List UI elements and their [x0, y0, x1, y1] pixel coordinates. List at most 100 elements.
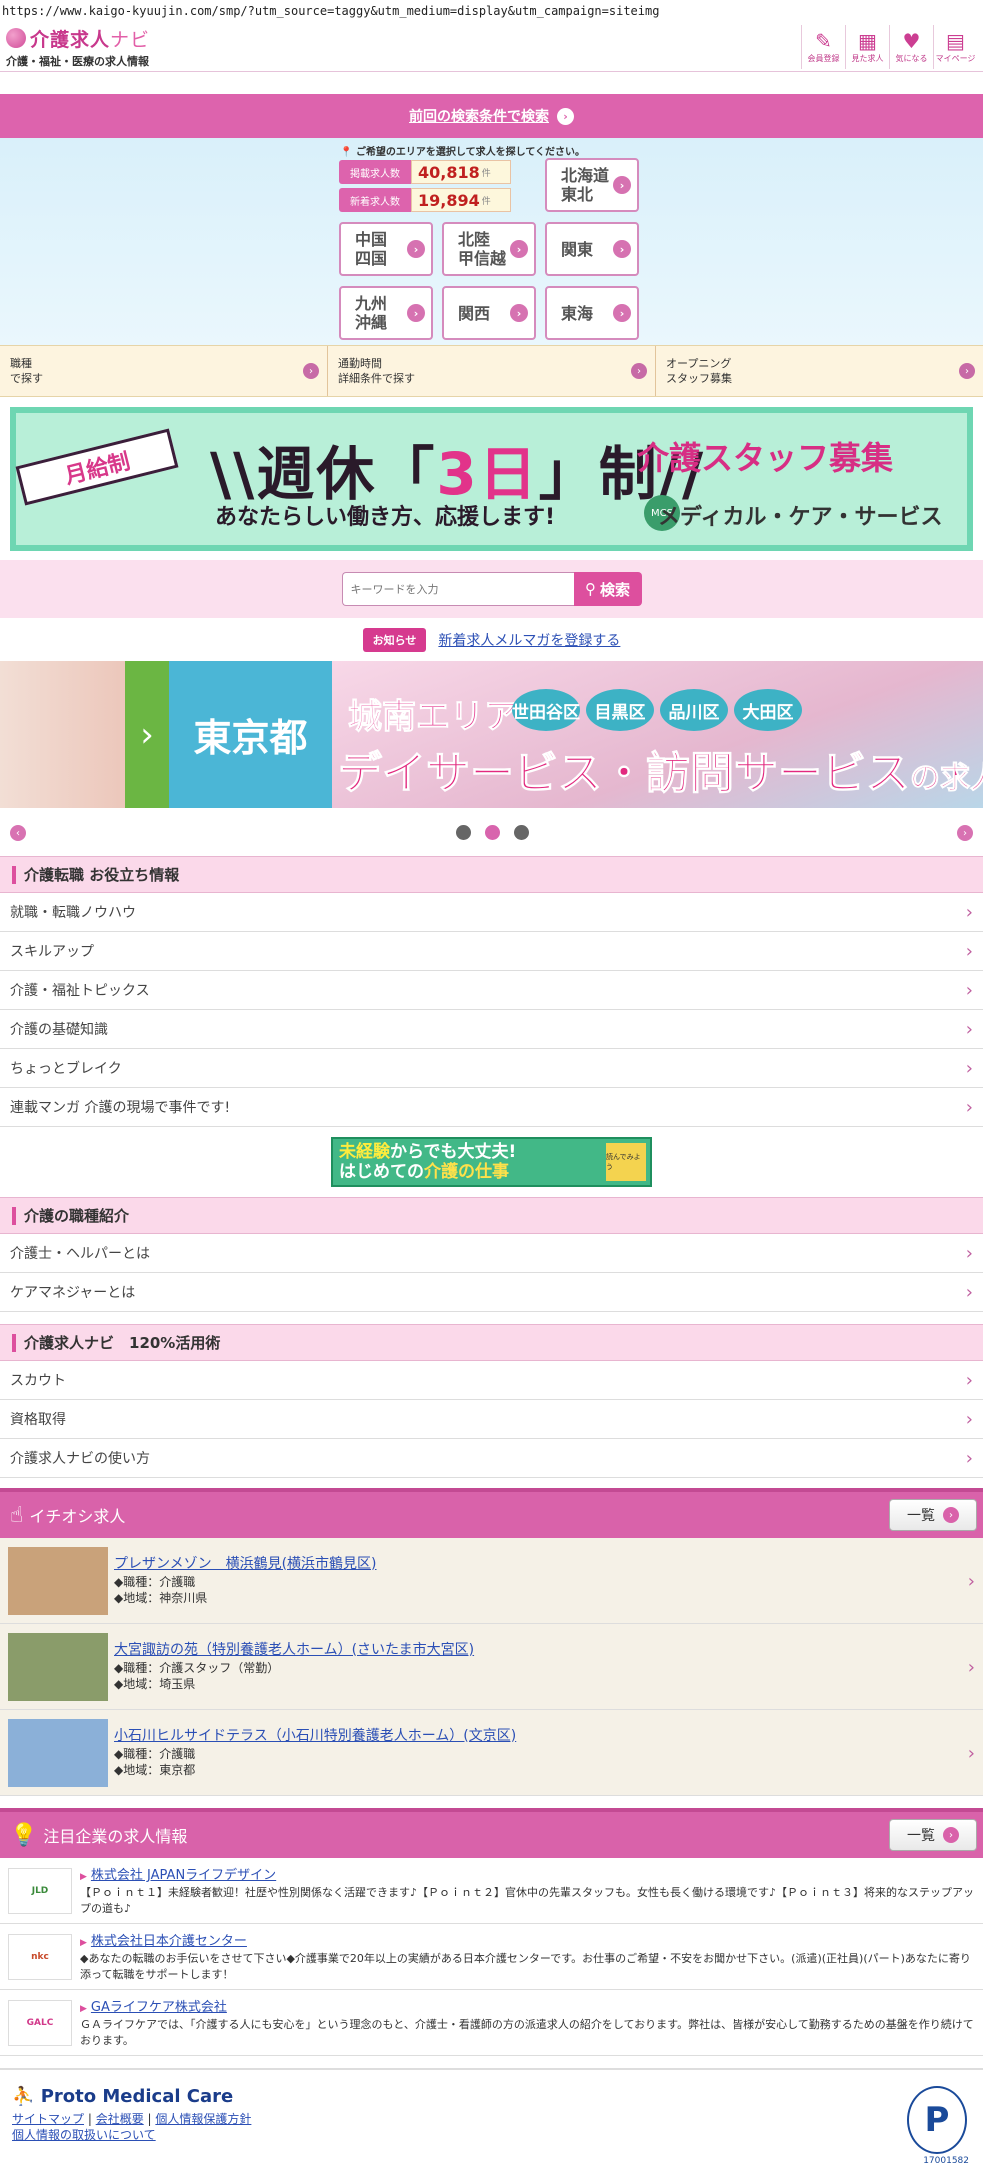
register-button[interactable]: ✎ 会員登録 [801, 24, 845, 69]
beginner-guide-banner[interactable]: 未経験からでも大丈夫! はじめての介護の仕事 読んでみよう [331, 1137, 652, 1187]
section-tips-header: 介護転職 お役立ち情報 [0, 856, 983, 893]
chevron-right-icon: › [613, 304, 631, 322]
company-item[interactable]: GALC GAライフケア株式会社ＧＡライフケアでは、「介護する人にも安心を」とい… [0, 1990, 983, 2056]
job-item[interactable]: 小石川ヒルサイドテラス（小石川特別養護老人ホーム）(文京区) ◆職種：介護職 ◆地域… [0, 1710, 983, 1796]
company-item[interactable]: nkc 株式会社日本介護センター◆あなたの転職のお手伝いをさせて下さい◆介護事業… [0, 1924, 983, 1990]
featured-more-button[interactable]: 一覧 › [889, 1499, 977, 1531]
favorites-button[interactable]: ♥ 気になる [889, 24, 933, 69]
slider-dot-active[interactable] [485, 825, 500, 840]
banner-recruit: 介護スタッフ募集 [637, 439, 894, 477]
footer-logo[interactable]: ⛹ Proto Medical Care [12, 2086, 971, 2107]
area-button-kanto[interactable]: 関東 › [545, 222, 639, 276]
chevron-right-icon: › [965, 1018, 973, 1040]
area-button-hokkaido-tohoku[interactable]: 北海道 東北 › [545, 158, 639, 212]
slider-dot[interactable] [456, 825, 471, 840]
job-item[interactable]: 大宮諏訪の苑（特別養護老人ホーム）(さいたま市大宮区) ◆職種：介護スタッフ（常勤… [0, 1624, 983, 1710]
list-item[interactable]: 就職・転職ノウハウ › [0, 893, 983, 932]
mcs-ad-banner[interactable]: 月給制 \\週休「3日」制// あなたらしい働き方、応援します! 介護スタッフ募… [10, 407, 973, 551]
heart-icon: ♥ [902, 29, 921, 53]
chevron-right-icon: › [557, 107, 574, 125]
companies-header: 💡 注目企業の求人情報 一覧 › [0, 1808, 983, 1858]
chevron-right-icon: › [943, 1827, 959, 1843]
list-item[interactable]: 介護求人ナビの使い方 › [0, 1439, 983, 1478]
chevron-right-icon: › [965, 1242, 973, 1264]
list-item[interactable]: 資格取得 › [0, 1400, 983, 1439]
chevron-right-icon: › [943, 1507, 959, 1523]
privacy-policy-link[interactable]: 個人情報保護方針 [155, 2112, 251, 2126]
sitemap-link[interactable]: サイトマップ [12, 2112, 84, 2126]
slider-dots [456, 825, 543, 840]
promo-slider[interactable]: › 東京都 城南エリア 世田谷区 目黒区 品川区 大田区 デイサービス・訪問サー… [0, 661, 983, 808]
chevron-right-icon: › [965, 1447, 973, 1469]
list-item[interactable]: ケアマネジャーとは › [0, 1273, 983, 1312]
job-title[interactable]: 大宮諏訪の苑（特別養護老人ホーム）(さいたま市大宮区) [114, 1642, 474, 1658]
chevron-left-icon[interactable]: ‹ [10, 825, 26, 841]
list-item[interactable]: ちょっとブレイク › [0, 1049, 983, 1088]
mypage-button[interactable]: ▤ マイページ [933, 24, 977, 69]
chevron-right-icon: › [631, 363, 647, 379]
slider-dot[interactable] [514, 825, 529, 840]
chevron-right-icon: › [967, 1571, 975, 1592]
chevron-right-icon: › [965, 979, 973, 1001]
new-jobs-stat: 新着求人数 19,894 件 [339, 188, 511, 212]
keyword-input[interactable] [341, 572, 574, 606]
keyword-search: ⚲検索 [0, 560, 983, 618]
flower-logo-icon [6, 28, 26, 48]
header-nav: ✎ 会員登録 ▦ 見た求人 ♥ 気になる ▤ マイページ [801, 24, 977, 69]
company-name[interactable]: GAライフケア株式会社 [80, 1996, 975, 2015]
area-button-kansai[interactable]: 関西 › [442, 286, 536, 340]
slide-ward: 品川区 [660, 689, 728, 731]
viewed-jobs-button[interactable]: ▦ 見た求人 [845, 24, 889, 69]
chevron-right-icon[interactable]: › [957, 825, 973, 841]
personal-info-link[interactable]: 個人情報の取扱いについて [12, 2128, 156, 2142]
job-thumbnail [8, 1632, 108, 1701]
slide-area: 城南エリア [348, 697, 519, 738]
newsletter-link[interactable]: 新着求人メルマガを登録する [438, 630, 620, 650]
person-logo-icon: ⛹ [12, 2086, 35, 2107]
job-thumbnail [8, 1546, 108, 1615]
area-button-tokai[interactable]: 東海 › [545, 286, 639, 340]
list-item[interactable]: 介護士・ヘルパーとは › [0, 1234, 983, 1273]
chevron-right-icon: › [303, 363, 319, 379]
mid-banner-wrap: 未経験からでも大丈夫! はじめての介護の仕事 読んでみよう [0, 1127, 983, 1197]
logo-title: 介護求人ナビ [30, 28, 151, 51]
area-button-hokuriku-koshinetsu[interactable]: 北陸 甲信越 › [442, 222, 536, 276]
search-by-job-type[interactable]: 職種 で探す › [0, 346, 328, 396]
mypage-icon: ▤ [946, 29, 965, 53]
chevron-right-icon: › [407, 304, 425, 322]
slide-ward: 大田区 [734, 689, 802, 731]
pencil-icon: ✎ [815, 29, 832, 53]
area-button-kyushu-okinawa[interactable]: 九州 沖縄 › [339, 286, 433, 340]
chevron-right-icon: › [510, 304, 528, 322]
keyword-search-button[interactable]: ⚲ 検索 [573, 572, 642, 606]
news-row: お知らせ 新着求人メルマガを登録する [0, 618, 983, 661]
companies-more-button[interactable]: 一覧 › [889, 1819, 977, 1851]
book-icon: 読んでみよう [606, 1143, 646, 1181]
job-title[interactable]: プレザンメゾン 横浜鶴見(横浜市鶴見区) [114, 1556, 377, 1572]
previous-search-button[interactable]: 前回の検索条件で検索 › [0, 94, 983, 138]
privacy-mark-number: 17001582 [923, 2156, 969, 2166]
calendar-icon: ▦ [858, 29, 877, 53]
list-item[interactable]: 連載マンガ 介護の現場で事件です! › [0, 1088, 983, 1127]
site-logo[interactable]: 介護求人ナビ 介護・福祉・医療の求人情報 [6, 25, 150, 69]
job-item[interactable]: プレザンメゾン 横浜鶴見(横浜市鶴見区) ◆職種：介護職 ◆地域：神奈川県 › [0, 1538, 983, 1624]
featured-jobs-header: ☝ イチオシ求人 一覧 › [0, 1488, 983, 1538]
company-link[interactable]: 会社概要 [96, 2112, 144, 2126]
list-item[interactable]: スキルアップ › [0, 932, 983, 971]
search-by-commute[interactable]: 通勤時間 詳細条件で探す › [328, 346, 656, 396]
company-item[interactable]: JLD 株式会社 JAPANライフデザイン【Ｐｏｉｎｔ１】未経験者歓迎！社歴や性… [0, 1858, 983, 1924]
list-item[interactable]: 介護の基礎知識 › [0, 1010, 983, 1049]
chevron-right-icon: › [407, 240, 425, 258]
url-bar[interactable]: https://www.kaigo-kyuujin.com/smp/?utm_s… [0, 0, 983, 22]
chevron-right-icon: › [125, 661, 169, 808]
total-jobs-stat: 掲載求人数 40,818 件 [339, 160, 511, 184]
chevron-right-icon: › [965, 901, 973, 923]
search-opening-staff[interactable]: オープニング スタッフ募集 › [656, 346, 983, 396]
company-name[interactable]: 株式会社 JAPANライフデザイン [80, 1864, 975, 1883]
list-item[interactable]: 介護・福祉トピックス › [0, 971, 983, 1010]
area-button-chugoku-shikoku[interactable]: 中国 四国 › [339, 222, 433, 276]
job-title[interactable]: 小石川ヒルサイドテラス（小石川特別養護老人ホーム）(文京区) [114, 1728, 516, 1744]
slider-nav: ‹ › [0, 808, 983, 856]
list-item[interactable]: スカウト › [0, 1361, 983, 1400]
company-name[interactable]: 株式会社日本介護センター [80, 1930, 975, 1949]
